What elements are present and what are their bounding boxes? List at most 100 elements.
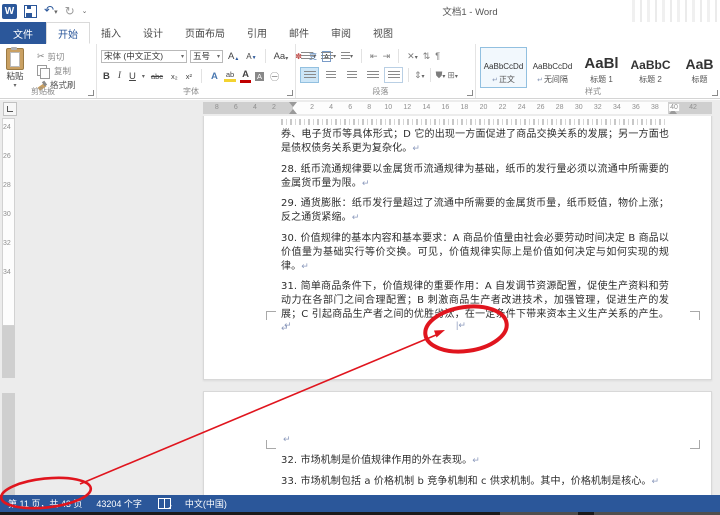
enclose-characters-icon[interactable]: ㊀ (268, 70, 281, 83)
italic-button[interactable]: I (116, 71, 123, 81)
font-color-icon[interactable]: A (240, 69, 251, 83)
change-case-button[interactable]: Aa▾ (272, 51, 291, 62)
ribbon-tab[interactable]: 设计 (132, 22, 174, 43)
style-gallery-item[interactable]: AaBbCcDd↵正文 (480, 47, 527, 88)
document-paragraph[interactable]: 31. 简单商品条件下，价值规律的重要作用：A 自发调节资源配置，促使生产资料和… (281, 280, 669, 336)
ribbon-tab[interactable]: 视图 (362, 22, 404, 43)
cut-button[interactable]: ✂ 剪切 (37, 50, 76, 63)
ruler-number: 18 (461, 104, 469, 111)
styles-dialog-launcher[interactable] (712, 90, 718, 96)
strikethrough-button[interactable]: abc (149, 72, 165, 81)
document-paragraph[interactable]: 29. 通货膨胀：纸币发行量超过了流通中所需要的金属货币量，纸币贬值，物价上涨；… (281, 197, 669, 225)
clipboard-dialog-launcher[interactable] (88, 90, 94, 96)
bold-button[interactable]: B (101, 71, 112, 82)
show-hide-marks-icon[interactable]: ¶ (435, 51, 440, 61)
empty-paragraph-mark[interactable]: ↵ (283, 434, 291, 445)
undo-icon[interactable]: ↶▾ (44, 3, 58, 20)
font-dialog-launcher[interactable] (287, 90, 293, 96)
page-indicator[interactable]: 第 11 页，共 43 页 (8, 497, 82, 510)
style-gallery-item[interactable]: AaBbC标题 2 (627, 47, 674, 88)
font-size-combo[interactable]: 五号▾ (190, 50, 223, 63)
paragraph-mark: ↵ (472, 456, 480, 466)
ruler-number: 32 (594, 104, 602, 111)
ribbon: 粘贴 ▾ ✂ 剪切 复制 格式刷 剪贴板 宋体 (中文正文)▾ 五号▾ A▲ (0, 44, 720, 99)
distribute-button[interactable] (384, 67, 403, 83)
line-spacing-icon[interactable]: ⇕▾ (414, 70, 425, 81)
multilevel-list-button[interactable]: ▾ (341, 52, 353, 61)
align-left-button[interactable] (300, 67, 319, 83)
document-paragraph[interactable]: 33. 市场机制包括 a 价格机制 b 竞争机制和 c 供求机制。其中，价格机制… (281, 475, 669, 489)
document-paragraph[interactable]: 券、电子货币等具体形式；D 它的出现一方面促进了商品交换关系的发展；另一方面也是… (281, 128, 669, 156)
clipboard-group-label: 剪贴板 (0, 86, 86, 97)
save-icon[interactable] (24, 5, 37, 18)
language-indicator[interactable]: 中文(中国) (185, 497, 227, 510)
ruler-number: 32 (3, 240, 11, 247)
style-gallery-item[interactable]: AaB标题 (676, 47, 720, 88)
ruler-number: 22 (499, 104, 507, 111)
paragraph-mark: ↵ (652, 477, 660, 487)
tab-file[interactable]: 文件 (0, 22, 46, 44)
sort-icon[interactable]: ⇅ (423, 51, 431, 62)
align-right-button[interactable] (342, 67, 361, 83)
style-gallery-item[interactable]: AaBl标题 1 (578, 47, 625, 88)
text-effects-icon[interactable]: A (209, 71, 220, 82)
ribbon-tab[interactable]: 插入 (90, 22, 132, 43)
increase-indent-icon[interactable]: ⇥ (383, 51, 391, 62)
copy-button[interactable]: 复制 (37, 64, 76, 77)
ribbon-tab[interactable]: 页面布局 (174, 22, 236, 43)
asian-layout-icon[interactable]: ✕▾ (407, 51, 418, 62)
style-sample: AaBbCcDd (484, 63, 524, 71)
word-count[interactable]: 43204 个字 (96, 497, 142, 510)
font-name-combo[interactable]: 宋体 (中文正文)▾ (101, 50, 187, 63)
grow-font-button[interactable]: A▲ (226, 51, 241, 62)
borders-icon[interactable]: ⊞▾ (447, 70, 458, 81)
character-shading-icon[interactable]: A (255, 72, 264, 81)
shrink-font-button[interactable]: A▼ (244, 52, 258, 61)
align-center-button[interactable] (321, 67, 340, 83)
circled-paragraph-mark[interactable]: |↵ (456, 320, 466, 331)
superscript-button[interactable]: x² (184, 72, 194, 81)
ribbon-tab[interactable]: 审阅 (320, 22, 362, 43)
hanging-indent-marker[interactable] (289, 109, 297, 114)
ruler-number: 2 (272, 104, 276, 111)
bullets-button[interactable]: ▾ (301, 52, 316, 61)
numbering-button[interactable]: ▾ (321, 52, 336, 61)
customize-qat-icon[interactable]: ⌄ (82, 7, 88, 15)
ruler-number: 36 (632, 104, 640, 111)
underline-button[interactable]: U (127, 71, 138, 82)
redo-icon[interactable]: ↻ (65, 4, 75, 18)
quick-access-toolbar: W ↶▾ ↻ ⌄ (2, 2, 88, 20)
tab-selector[interactable] (3, 102, 17, 116)
justify-button[interactable] (363, 67, 382, 83)
paragraph-mark: ↵ (352, 213, 360, 223)
ribbon-tab[interactable]: 开始 (46, 22, 90, 44)
highlight-color-icon[interactable]: ab (224, 70, 236, 82)
paste-button[interactable]: 粘贴 ▾ (6, 48, 24, 89)
font-group: 宋体 (中文正文)▾ 五号▾ A▲ A▼ Aa▾ ✽ 变 A B I U ▾ a… (97, 44, 296, 98)
ruler-number: 42 (689, 104, 697, 111)
ribbon-tab[interactable]: 邮件 (278, 22, 320, 43)
shading-icon[interactable]: ⛊▾ (436, 70, 446, 81)
first-line-indent-marker[interactable] (289, 102, 297, 107)
style-sample: AaBl (584, 56, 618, 71)
document-page-1[interactable]: 券、电子货币等具体形式；D 它的出现一方面促进了商品交换关系的发展；另一方面也是… (203, 116, 712, 380)
subscript-button[interactable]: x₂ (169, 72, 180, 81)
decrease-indent-icon[interactable]: ⇤ (370, 51, 378, 62)
empty-paragraph-mark[interactable]: ↵ (284, 320, 292, 331)
title-bar: W ↶▾ ↻ ⌄ 文档1 - Word (0, 0, 720, 22)
horizontal-ruler[interactable]: 8642246810121416182022242628303234363840… (203, 102, 712, 114)
ribbon-tab[interactable]: 引用 (236, 22, 278, 43)
clipboard-group: 粘贴 ▾ ✂ 剪切 复制 格式刷 剪贴板 (0, 44, 97, 98)
style-gallery-item[interactable]: AaBbCcDd↵无间隔 (529, 47, 576, 88)
document-paragraph[interactable]: 30. 价值规律的基本内容和基本要求：A 商品价值量由社会必要劳动时间决定 B … (281, 232, 669, 274)
document-paragraph[interactable]: 32. 市场机制是价值规律作用的外在表现。↵ (281, 454, 669, 468)
word-app-icon[interactable]: W (2, 4, 17, 19)
proofing-status-icon[interactable] (158, 498, 171, 509)
style-label: ↵无间隔 (537, 74, 568, 85)
paragraph-dialog-launcher[interactable] (467, 90, 473, 96)
underline-dropdown-icon[interactable]: ▾ (142, 73, 145, 80)
document-paragraph[interactable]: 28. 纸币流通规律要以金属货币流通规律为基础，纸币的发行量必须以流通中所需要的… (281, 163, 669, 191)
document-page-2[interactable]: ↵ 32. 市场机制是价值规律作用的外在表现。↵ 33. 市场机制包括 a 价格机… (203, 391, 712, 495)
ruler-number: 6 (348, 104, 352, 111)
ruler-number: 34 (3, 269, 11, 276)
